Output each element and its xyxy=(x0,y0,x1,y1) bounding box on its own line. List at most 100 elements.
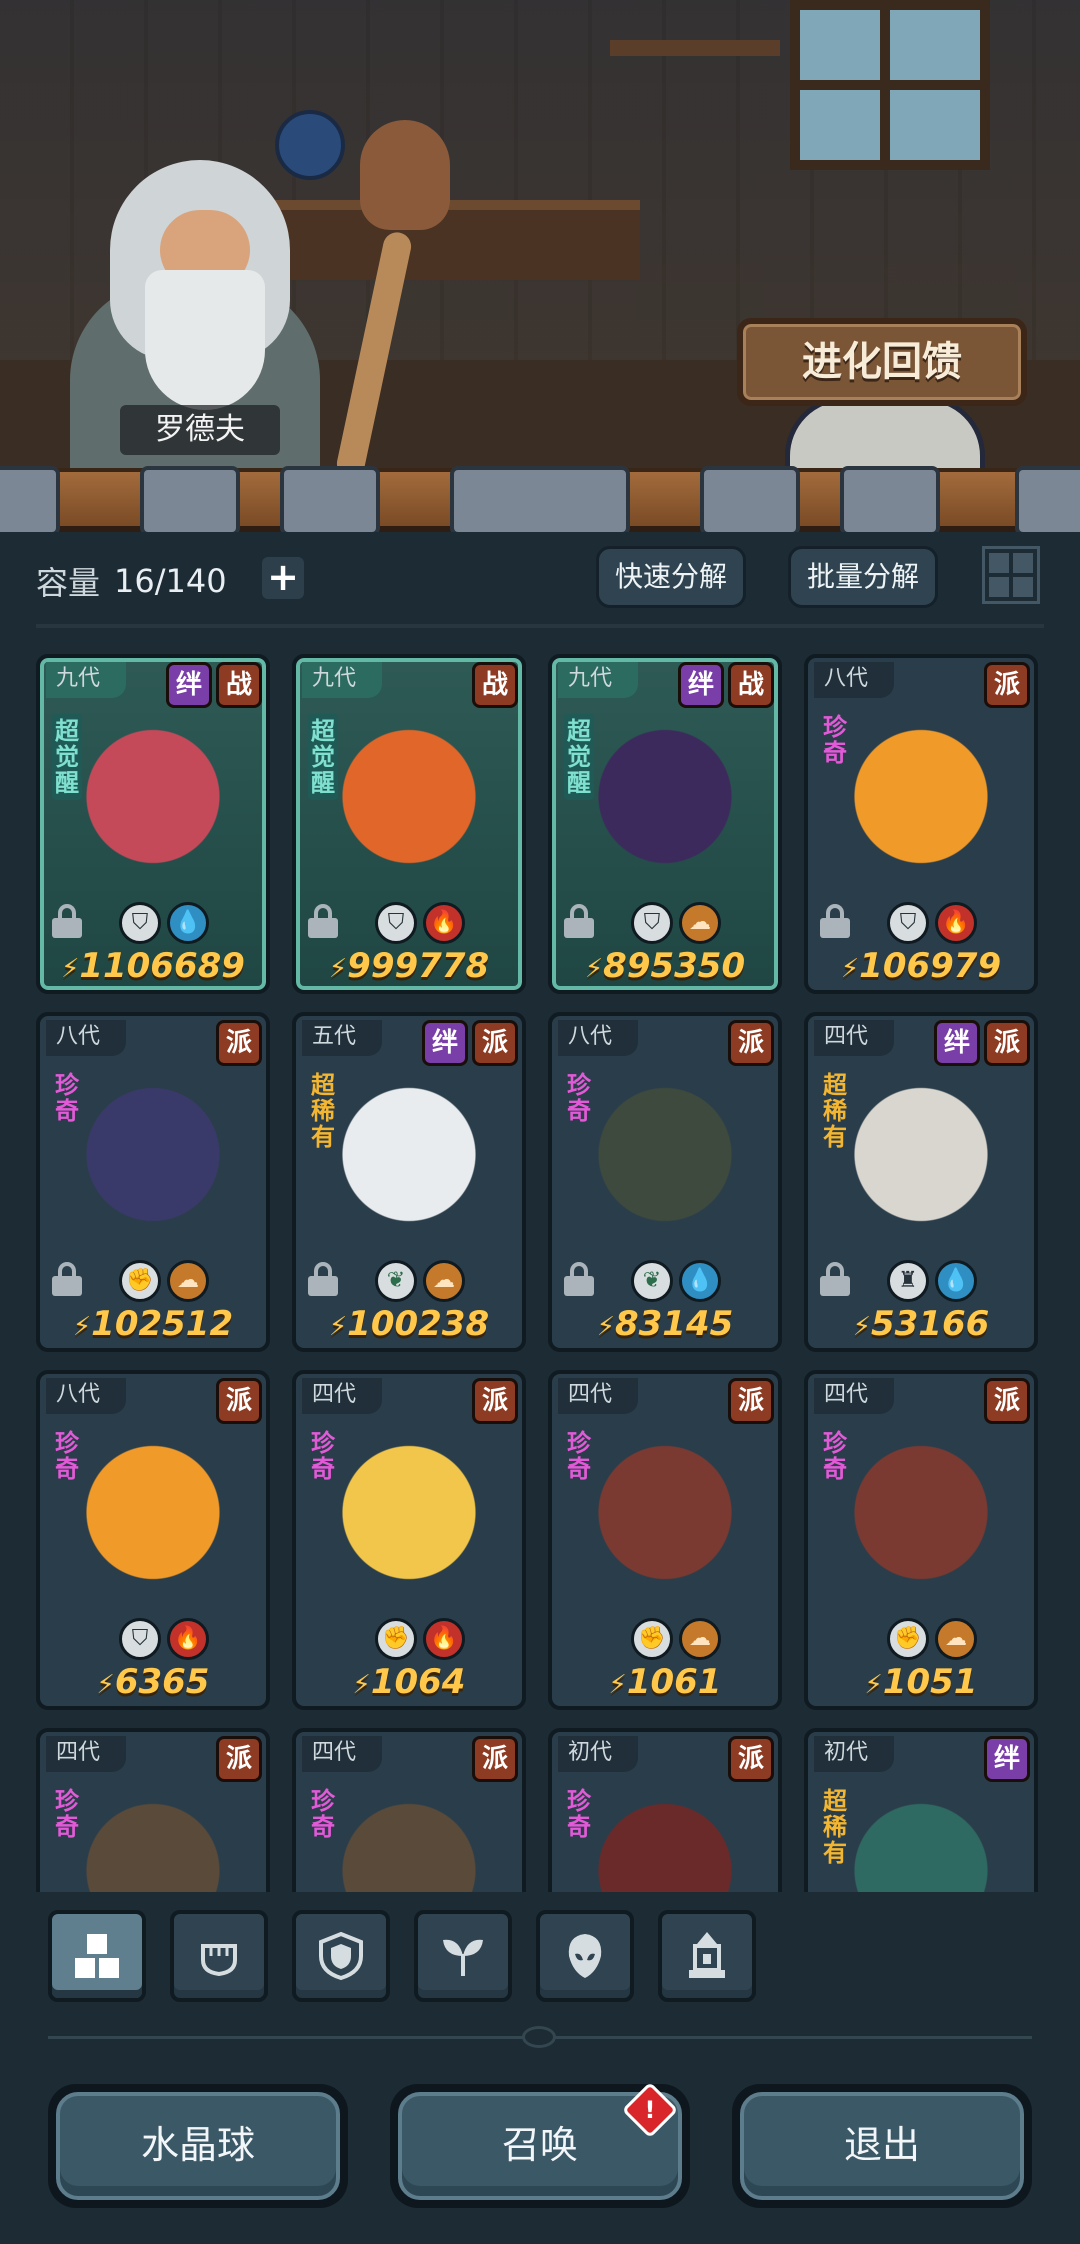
combat-power: ⚡1061 xyxy=(552,1662,778,1702)
trait-badge: 派 xyxy=(216,1020,262,1066)
tab-tower[interactable] xyxy=(658,1910,756,2002)
filter-tabs xyxy=(48,1910,756,2006)
combat-power-value: 1064 xyxy=(370,1662,466,1702)
pet-card[interactable]: 八代派珍奇 ⛉ 🔥 ⚡6365 xyxy=(36,1370,270,1710)
element-icons: ✊ ☁ xyxy=(104,1260,224,1302)
grid-view-icon[interactable] xyxy=(982,546,1040,604)
wooden-rail xyxy=(0,466,1080,536)
pet-sprite xyxy=(78,1078,228,1248)
combat-power: ⚡1106689 xyxy=(40,946,266,986)
pet-card[interactable]: 四代派珍奇 ✊ ☁ ⚡1061 xyxy=(548,1370,782,1710)
lock-icon[interactable] xyxy=(564,904,594,938)
badge-group: 派 xyxy=(472,1736,518,1782)
generation-label: 九代 xyxy=(46,662,126,698)
trait-badge: 战 xyxy=(216,662,262,708)
shelf xyxy=(610,40,780,56)
pet-card[interactable]: 四代派珍奇 ✊ 🔥 ⚡1064 xyxy=(292,1370,526,1710)
lock-icon[interactable] xyxy=(52,904,82,938)
npc-name-label: 罗德夫 xyxy=(120,405,280,455)
wizard-beard xyxy=(145,270,265,410)
combat-power-value: 1106689 xyxy=(79,946,245,986)
element-icons: ⛉ 💧 xyxy=(104,902,224,944)
rail-cap xyxy=(1015,466,1080,536)
divider xyxy=(36,624,1044,628)
shield-class-icon: ⛉ xyxy=(119,902,161,944)
lock-icon[interactable] xyxy=(564,1262,594,1296)
shield-class-icon: ⛉ xyxy=(631,902,673,944)
trait-badge: 派 xyxy=(216,1378,262,1424)
fist-icon xyxy=(201,1944,237,1977)
exit-button[interactable]: 退出 xyxy=(732,2084,1032,2208)
batch-decompose-button[interactable]: 批量分解 xyxy=(788,546,938,608)
element-icons: ⛉ ☁ xyxy=(616,902,736,944)
rail-cap xyxy=(280,466,380,536)
trait-badge: 派 xyxy=(728,1020,774,1066)
badge-group: 派 xyxy=(728,1736,774,1782)
shield-icon xyxy=(319,1931,363,1981)
summon-button[interactable]: 召唤 ! xyxy=(390,2081,690,2208)
earth-element-icon: ☁ xyxy=(935,1618,977,1660)
generation-label: 初代 xyxy=(814,1736,894,1772)
pet-card[interactable]: 九代战超觉醒 ⛉ 🔥 ⚡999778 xyxy=(292,654,526,994)
rarity-label: 超觉醒 xyxy=(308,714,338,800)
pet-card[interactable]: 九代绊战超觉醒 ⛉ ☁ ⚡895350 xyxy=(548,654,782,994)
quick-decompose-button[interactable]: 快速分解 xyxy=(596,546,746,608)
alien-head-icon xyxy=(568,1934,602,1978)
pet-card[interactable]: 初代 派珍奇 xyxy=(548,1728,782,1892)
trait-badge: 派 xyxy=(728,1378,774,1424)
trait-badge: 绊 xyxy=(166,662,212,708)
tab-fist[interactable] xyxy=(170,1910,268,2002)
trait-badge: 派 xyxy=(728,1736,774,1782)
element-icons: ⛉ 🔥 xyxy=(360,902,480,944)
trait-badge: 绊 xyxy=(678,662,724,708)
trait-badge: 派 xyxy=(984,1020,1030,1066)
pet-card[interactable]: 九代 绊战超觉醒 ⛉ 💧 ⚡1106689 xyxy=(36,654,270,994)
badge-group: 派 xyxy=(216,1736,262,1782)
peeking-creature xyxy=(785,396,985,476)
pet-card[interactable]: 八代派珍奇 ❦ 💧 ⚡83145 xyxy=(548,1012,782,1352)
combat-power-value: 100238 xyxy=(347,1304,490,1344)
pet-card[interactable]: 五代绊派超稀有 ❦ ☁ ⚡100238 xyxy=(292,1012,526,1352)
rarity-label: 珍奇 xyxy=(823,713,847,767)
lock-icon[interactable] xyxy=(308,1262,338,1296)
lock-icon[interactable] xyxy=(820,1262,850,1296)
tab-alien[interactable] xyxy=(536,1910,634,2002)
generation-label: 初代 xyxy=(558,1736,638,1772)
tab-leaf[interactable] xyxy=(414,1910,512,2002)
pet-card[interactable]: 八代派珍奇 ✊ ☁ ⚡102512 xyxy=(36,1012,270,1352)
lock-icon[interactable] xyxy=(52,1262,82,1296)
pet-card[interactable]: 四代绊派超稀有 ♜ 💧 ⚡53166 xyxy=(804,1012,1038,1352)
pet-sprite xyxy=(590,1794,740,1892)
combat-power-value: 1051 xyxy=(882,1662,978,1702)
crystal-ball-button[interactable]: 水晶球 xyxy=(48,2084,348,2208)
generation-label: 四代 xyxy=(814,1020,894,1056)
pet-card[interactable]: 四代 派珍奇 xyxy=(292,1728,526,1892)
badge-group: 战 xyxy=(472,662,518,708)
evolve-feedback-button[interactable]: 进化回馈 xyxy=(737,318,1027,406)
pet-card-grid[interactable]: 九代绊战超觉醒 ⛉ 💧 ⚡1106689 九代战超觉醒 ⛉ 🔥 ⚡999778 九代绊战超觉醒 ⛉… xyxy=(36,654,1046,1892)
combat-power: ⚡53166 xyxy=(808,1304,1034,1344)
element-icons: ⛉ 🔥 xyxy=(872,902,992,944)
power-icon: ⚡ xyxy=(864,1670,883,1700)
pet-card[interactable]: 初代 绊超稀有 xyxy=(804,1728,1038,1892)
tab-shield[interactable] xyxy=(292,1910,390,2002)
add-capacity-button[interactable]: + xyxy=(262,557,304,599)
lock-icon[interactable] xyxy=(308,904,338,938)
element-icons: ♜ 💧 xyxy=(872,1260,992,1302)
combat-power-value: 53166 xyxy=(870,1304,990,1344)
trait-badge: 战 xyxy=(728,662,774,708)
water-element-icon: 💧 xyxy=(167,902,209,944)
lock-icon[interactable] xyxy=(820,904,850,938)
power-icon: ⚡ xyxy=(352,1670,371,1700)
pet-card[interactable]: 四代 派珍奇 xyxy=(36,1728,270,1892)
rarity-label: 超觉醒 xyxy=(52,714,82,800)
plus-icon: + xyxy=(267,555,299,599)
generation-label: 四代 xyxy=(302,1378,382,1414)
element-icons: ✊ ☁ xyxy=(616,1618,736,1660)
pet-card[interactable]: 八代派珍奇 ⛉ 🔥 ⚡106979 xyxy=(804,654,1038,994)
rarity-label: 超稀有 xyxy=(311,1071,335,1151)
pet-card[interactable]: 四代派珍奇 ✊ ☁ ⚡1051 xyxy=(804,1370,1038,1710)
tab-all[interactable] xyxy=(48,1910,146,2002)
rail-cap xyxy=(450,466,630,536)
trait-badge: 绊 xyxy=(422,1020,468,1066)
